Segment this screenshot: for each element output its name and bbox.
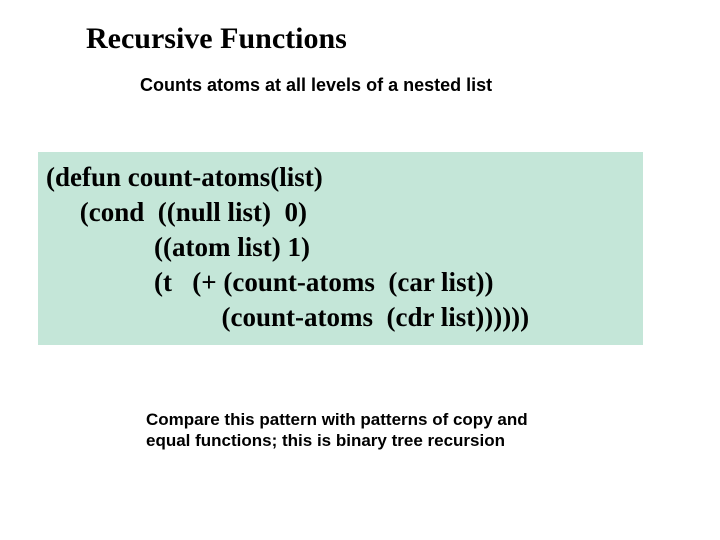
code-line-1: (defun count-atoms(list) — [38, 160, 643, 195]
code-line-3: ((atom list) 1) — [38, 230, 643, 265]
code-line-5: (count-atoms (cdr list)))))) — [38, 300, 643, 335]
code-line-2: (cond ((null list) 0) — [38, 195, 643, 230]
footer-note: Compare this pattern with patterns of co… — [146, 409, 576, 452]
code-line-4: (t (+ (count-atoms (car list)) — [38, 265, 643, 300]
slide-title: Recursive Functions — [86, 22, 347, 56]
slide-subtitle: Counts atoms at all levels of a nested l… — [140, 75, 492, 96]
code-block: (defun count-atoms(list) (cond ((null li… — [38, 152, 643, 345]
slide: Recursive Functions Counts atoms at all … — [0, 0, 720, 540]
